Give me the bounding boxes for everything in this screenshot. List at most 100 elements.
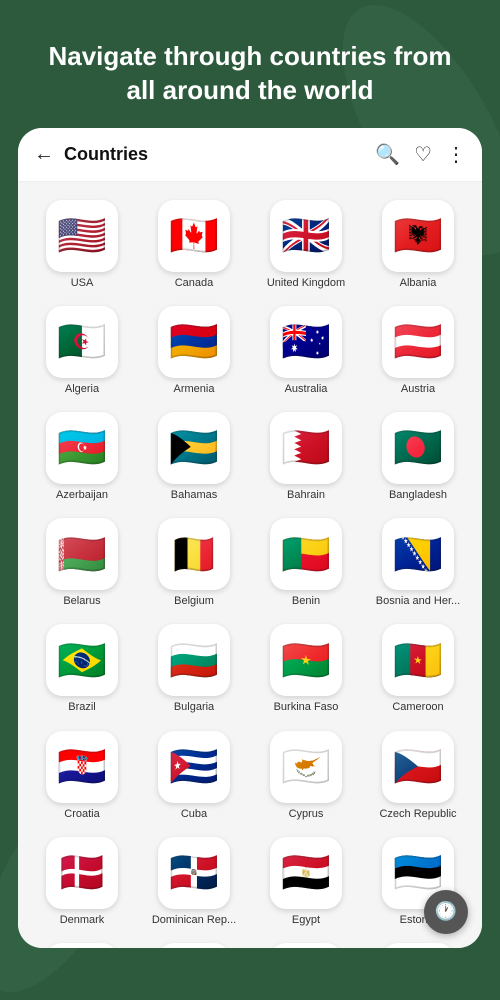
country-item[interactable]: 🇦🇿 Azerbaijan xyxy=(26,404,138,510)
header-icons: 🔍 ♡ ⋮ xyxy=(375,142,466,167)
country-item[interactable]: 🇩🇪Germany xyxy=(362,935,474,948)
country-name: United Kingdom xyxy=(267,277,345,290)
country-item[interactable]: 🇩🇿 Algeria xyxy=(26,298,138,404)
country-name: Cameroon xyxy=(392,701,443,714)
country-item[interactable]: 🇨🇿 Czech Republic xyxy=(362,723,474,829)
country-name: Bulgaria xyxy=(174,701,214,714)
card-header: ← Countries 🔍 ♡ ⋮ xyxy=(18,128,482,182)
country-name: Australia xyxy=(285,383,328,396)
flag-icon: 🇧🇸 xyxy=(158,412,230,484)
country-item[interactable]: 🇧🇷 Brazil xyxy=(26,616,138,722)
flag-icon: 🇦🇿 xyxy=(46,412,118,484)
country-name: Benin xyxy=(292,595,320,608)
country-item[interactable]: 🇬🇧 United Kingdom xyxy=(250,192,362,298)
country-item[interactable]: 🇬🇲Gambia xyxy=(250,935,362,948)
country-name: Dominican Rep... xyxy=(152,914,236,927)
flag-icon: 🇨🇿 xyxy=(382,731,454,803)
country-item[interactable]: 🇧🇩 Bangladesh xyxy=(362,404,474,510)
flag-icon: 🇭🇷 xyxy=(46,731,118,803)
country-name: Belgium xyxy=(174,595,214,608)
country-item[interactable]: 🇨🇲 Cameroon xyxy=(362,616,474,722)
country-item[interactable]: 🇩🇰 Denmark xyxy=(26,829,138,935)
country-item[interactable]: 🇧🇾 Belarus xyxy=(26,510,138,616)
flag-icon: 🇪🇬 xyxy=(270,837,342,909)
flag-icon: 🇧🇯 xyxy=(270,518,342,590)
flag-icon: 🇩🇪 xyxy=(382,943,454,948)
flag-icon: 🇩🇰 xyxy=(46,837,118,909)
country-item[interactable]: 🇫🇷France xyxy=(138,935,250,948)
country-item[interactable]: 🇨🇺 Cuba xyxy=(138,723,250,829)
country-item[interactable]: 🇧🇦 Bosnia and Her... xyxy=(362,510,474,616)
country-name: Bahamas xyxy=(171,489,217,502)
favorite-icon[interactable]: ♡ xyxy=(414,142,432,167)
country-item[interactable]: 🇨🇦 Canada xyxy=(138,192,250,298)
country-name: Azerbaijan xyxy=(56,489,108,502)
flag-icon: 🇧🇷 xyxy=(46,624,118,696)
country-item[interactable]: 🇨🇾 Cyprus xyxy=(250,723,362,829)
country-name: Cuba xyxy=(181,808,207,821)
country-name: Bangladesh xyxy=(389,489,447,502)
country-name: Belarus xyxy=(63,595,100,608)
flag-icon: 🇦🇲 xyxy=(158,306,230,378)
flag-icon: 🇧🇫 xyxy=(270,624,342,696)
flag-icon: 🇨🇾 xyxy=(270,731,342,803)
country-item[interactable]: 🇧🇭 Bahrain xyxy=(250,404,362,510)
flag-icon: 🇬🇲 xyxy=(270,943,342,948)
flag-icon: 🇧🇦 xyxy=(382,518,454,590)
country-item[interactable]: 🇧🇸 Bahamas xyxy=(138,404,250,510)
country-item[interactable]: 🇩🇴 Dominican Rep... xyxy=(138,829,250,935)
more-icon[interactable]: ⋮ xyxy=(446,142,466,167)
flag-icon: 🇨🇲 xyxy=(382,624,454,696)
country-name: Canada xyxy=(175,277,214,290)
country-item[interactable]: 🇦🇺Australia xyxy=(250,298,362,404)
country-name: Egypt xyxy=(292,914,320,927)
flag-icon: 🇧🇩 xyxy=(382,412,454,484)
flag-icon: 🇧🇭 xyxy=(270,412,342,484)
flag-icon: 🇧🇾 xyxy=(46,518,118,590)
country-name: Denmark xyxy=(60,914,105,927)
flag-icon: 🇨🇺 xyxy=(158,731,230,803)
header-title: Navigate through countries from all arou… xyxy=(48,41,451,105)
country-item[interactable]: 🇦🇱 Albania xyxy=(362,192,474,298)
flag-icon: 🇺🇸 xyxy=(46,200,118,272)
country-item[interactable]: 🇧🇪 Belgium xyxy=(138,510,250,616)
flag-icon: 🇫🇷 xyxy=(158,943,230,948)
country-name: Austria xyxy=(401,383,435,396)
flag-icon: 🇦🇱 xyxy=(382,200,454,272)
country-name: Armenia xyxy=(174,383,215,396)
country-name: Cyprus xyxy=(289,808,324,821)
country-item[interactable]: 🇧🇬 Bulgaria xyxy=(138,616,250,722)
countries-grid: 🇺🇸 USA 🇨🇦 Canada 🇬🇧 United Kingdom 🇦🇱 Albania 🇩🇿… xyxy=(18,182,482,948)
country-item[interactable]: 🇧🇫 Burkina Faso xyxy=(250,616,362,722)
country-name: Croatia xyxy=(64,808,99,821)
country-item[interactable]: 🇭🇷 Croatia xyxy=(26,723,138,829)
country-item[interactable]: 🇦🇹 Austria xyxy=(362,298,474,404)
phone-card: ← Countries 🔍 ♡ ⋮ 🇺🇸 USA 🇨🇦 Canada 🇬🇧 United … xyxy=(18,128,482,948)
flag-icon: 🇩🇿 xyxy=(46,306,118,378)
search-icon[interactable]: 🔍 xyxy=(375,142,400,167)
country-name: Algeria xyxy=(65,383,99,396)
flag-icon: 🇫🇮 xyxy=(46,943,118,948)
flag-icon: 🇨🇦 xyxy=(158,200,230,272)
back-button[interactable]: ← xyxy=(34,143,54,166)
flag-icon: 🇦🇹 xyxy=(382,306,454,378)
flag-icon: 🇧🇪 xyxy=(158,518,230,590)
country-name: USA xyxy=(71,277,94,290)
country-name: Albania xyxy=(400,277,437,290)
country-name: Czech Republic xyxy=(379,808,456,821)
country-item[interactable]: 🇺🇸 USA xyxy=(26,192,138,298)
app-header: Navigate through countries from all arou… xyxy=(0,0,500,128)
country-item[interactable]: 🇦🇲 Armenia xyxy=(138,298,250,404)
country-name: Brazil xyxy=(68,701,96,714)
card-title: Countries xyxy=(64,144,375,165)
flag-icon: 🇩🇴 xyxy=(158,837,230,909)
country-name: Burkina Faso xyxy=(274,701,339,714)
country-name: Bahrain xyxy=(287,489,325,502)
flag-icon: 🇧🇬 xyxy=(158,624,230,696)
country-name: Bosnia and Her... xyxy=(376,595,460,608)
flag-icon: 🇬🇧 xyxy=(270,200,342,272)
country-item[interactable]: 🇫🇮Finland xyxy=(26,935,138,948)
history-fab-button[interactable]: 🕐 xyxy=(424,890,468,934)
country-item[interactable]: 🇧🇯 Benin xyxy=(250,510,362,616)
country-item[interactable]: 🇪🇬 Egypt xyxy=(250,829,362,935)
